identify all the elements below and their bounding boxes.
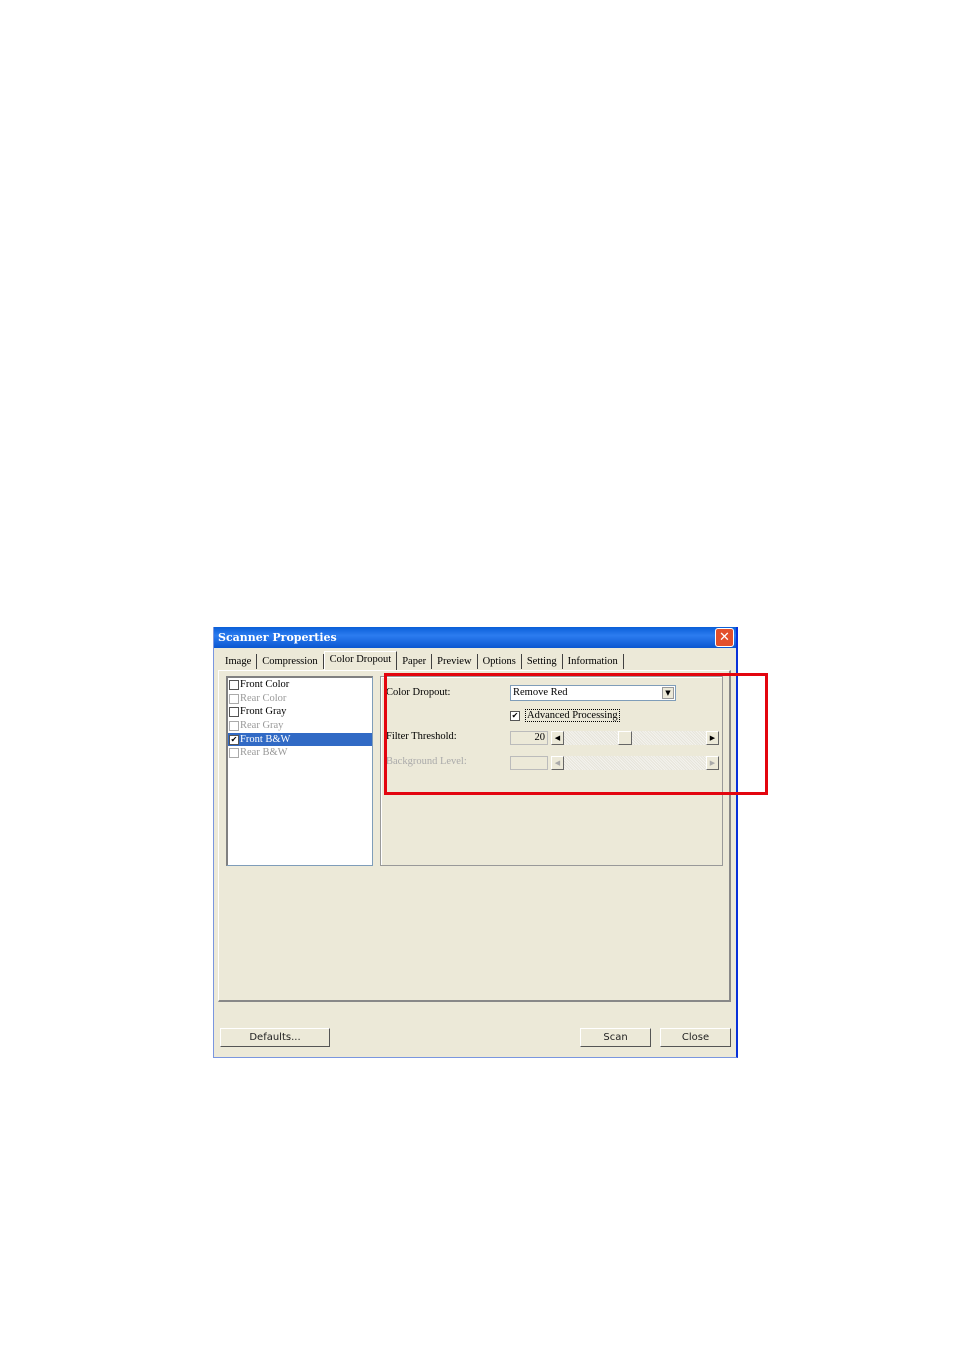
title-bar[interactable]: Scanner Properties ✕ xyxy=(214,627,736,648)
tab-compression[interactable]: Compression xyxy=(257,654,324,669)
window-title: Scanner Properties xyxy=(218,631,337,644)
checkbox-icon xyxy=(229,720,239,731)
list-item-label: Rear Color xyxy=(240,692,287,704)
checkbox-icon[interactable]: ✔ xyxy=(229,734,239,745)
checkbox-icon[interactable] xyxy=(229,707,239,718)
tab-setting[interactable]: Setting xyxy=(522,654,563,669)
scan-button[interactable]: Scan xyxy=(580,1028,651,1047)
tab-options[interactable]: Options xyxy=(478,654,522,669)
list-item[interactable]: Front Gray xyxy=(228,705,372,719)
list-item[interactable]: Rear Color xyxy=(228,692,372,706)
close-icon[interactable]: ✕ xyxy=(715,628,734,647)
list-item[interactable]: Rear B&W xyxy=(228,746,372,760)
defaults-button[interactable]: Defaults... xyxy=(220,1028,330,1047)
image-type-list[interactable]: Front Color Rear Color Front Gray Rear Gray… xyxy=(226,676,373,866)
highlight-annotation-box xyxy=(384,673,768,795)
tab-color-dropout[interactable]: Color Dropout xyxy=(323,651,398,670)
tab-preview[interactable]: Preview xyxy=(432,654,478,669)
close-button[interactable]: Close xyxy=(660,1028,731,1047)
list-item[interactable]: ✔ Front B&W xyxy=(228,732,372,747)
checkbox-icon xyxy=(229,748,239,759)
list-item-label: Front Color xyxy=(240,679,290,690)
list-item[interactable]: Front Color xyxy=(228,678,372,692)
tab-strip: Image Compression Color Dropout Paper Previe… xyxy=(220,651,624,670)
list-item-label: Front Gray xyxy=(240,706,287,718)
checkbox-icon xyxy=(229,693,239,704)
tab-image[interactable]: Image xyxy=(220,654,258,669)
list-item-label: Front B&W xyxy=(240,733,291,745)
tab-information[interactable]: Information xyxy=(563,654,624,669)
list-item-label: Rear Gray xyxy=(240,720,284,732)
checkbox-icon[interactable] xyxy=(229,679,239,690)
list-item[interactable]: Rear Gray xyxy=(228,719,372,733)
tab-paper[interactable]: Paper xyxy=(397,654,433,669)
list-item-label: Rear B&W xyxy=(240,747,288,759)
